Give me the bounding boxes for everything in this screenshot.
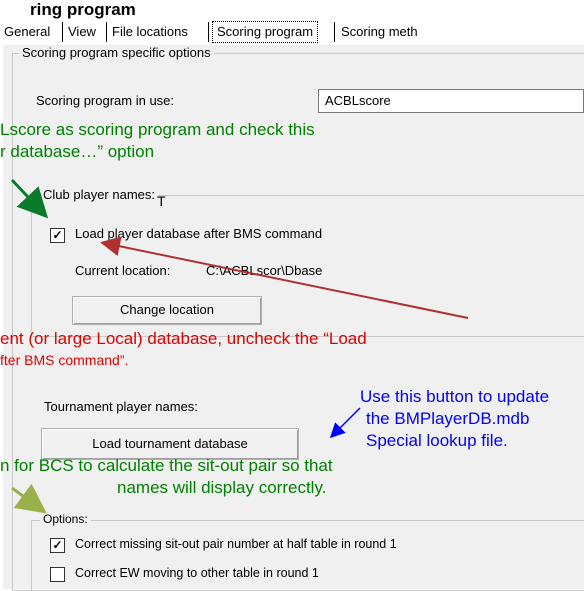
- annotation-arrows: [10, 178, 469, 514]
- red-arrow: [100, 236, 469, 319]
- olive-arrow: [11, 483, 47, 514]
- green-arrow-1: [10, 178, 49, 219]
- blue-arrow: [329, 407, 361, 439]
